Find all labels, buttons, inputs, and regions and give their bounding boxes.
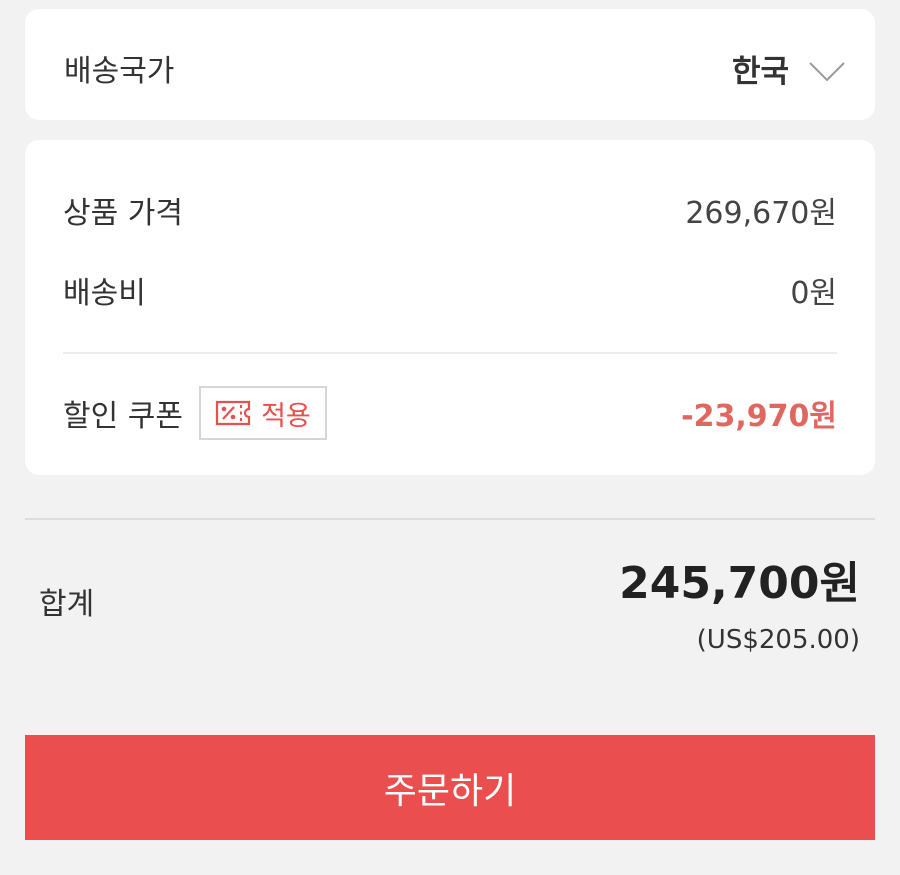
total-usd-amount: (US$205.00) <box>696 625 860 655</box>
shipping-fee-row: 배송비 0원 <box>63 270 837 311</box>
total-amount: 245,700원 <box>619 558 860 609</box>
product-price-value: 269,670원 <box>685 196 837 231</box>
product-price-row: 상품 가격 269,670원 <box>63 190 837 231</box>
discount-value: -23,970원 <box>681 399 837 434</box>
discount-coupon-label: 할인 쿠폰 <box>63 399 183 434</box>
total-separator <box>25 518 875 520</box>
apply-coupon-button[interactable]: 적용 <box>198 386 327 440</box>
price-summary-card: 상품 가격 269,670원 배송비 0원 할인 쿠폰 적용 -23,970원 <box>25 140 875 475</box>
shipping-fee-label: 배송비 <box>63 276 146 311</box>
product-price-label: 상품 가격 <box>63 196 183 231</box>
apply-coupon-label: 적용 <box>261 400 311 432</box>
coupon-icon <box>215 400 251 426</box>
chevron-down-icon <box>809 62 845 82</box>
shipping-country-select[interactable]: 한국 <box>732 53 845 91</box>
shipping-country-card: 배송국가 한국 <box>25 9 875 120</box>
shipping-country-value: 한국 <box>731 54 789 90</box>
summary-divider <box>63 352 837 354</box>
discount-coupon-row: 할인 쿠폰 적용 -23,970원 <box>63 386 837 440</box>
shipping-country-label: 배송국가 <box>64 54 175 89</box>
order-button[interactable]: 주문하기 <box>25 735 875 840</box>
total-label: 합계 <box>39 587 95 622</box>
shipping-fee-value: 0원 <box>790 276 837 311</box>
